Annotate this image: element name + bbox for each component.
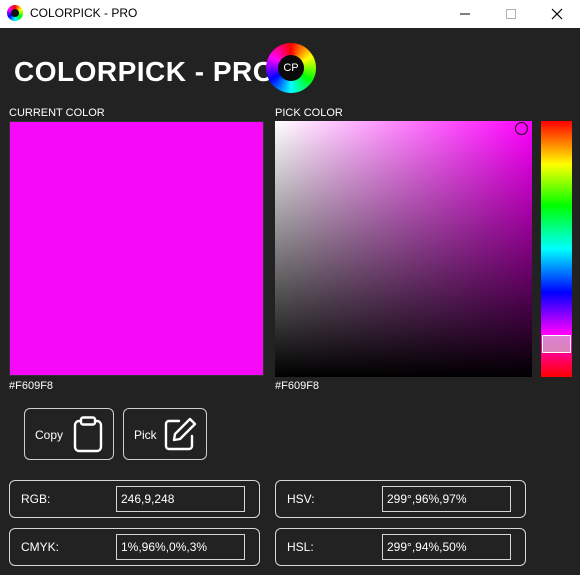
hsl-value[interactable]: 299°,94%,50% (382, 534, 511, 560)
maximize-icon (506, 9, 516, 19)
hue-slider-handle[interactable] (542, 335, 571, 353)
rgb-label: RGB: (21, 492, 51, 506)
window-title: COLORPICK - PRO (30, 6, 138, 20)
app-logo: CP (266, 43, 316, 93)
copy-button[interactable]: Copy (24, 408, 114, 460)
hsl-label: HSL: (287, 540, 314, 554)
hsv-label: HSV: (287, 492, 315, 506)
pick-hex-value: #F609F8 (275, 380, 320, 392)
rgb-field: RGB: 246,9,248 (9, 480, 260, 518)
rgb-value[interactable]: 246,9,248 (116, 486, 245, 512)
cmyk-field: CMYK: 1%,96%,0%,3% (9, 528, 260, 566)
hue-slider[interactable] (541, 121, 572, 377)
clipboard-icon (73, 416, 103, 453)
current-color-swatch (9, 121, 264, 376)
hsl-field: HSL: 299°,94%,50% (275, 528, 526, 566)
cmyk-value[interactable]: 1%,96%,0%,3% (116, 534, 245, 560)
logo-text: CP (278, 55, 304, 81)
hsv-value[interactable]: 299°,96%,97% (382, 486, 511, 512)
minimize-button[interactable] (442, 0, 488, 28)
close-button[interactable] (534, 0, 580, 28)
title-bar: COLORPICK - PRO (0, 0, 580, 28)
current-hex-value: #F609F8 (9, 380, 54, 392)
close-icon (551, 8, 563, 20)
app-title: COLORPICK - PRO (14, 56, 276, 87)
cmyk-label: CMYK: (21, 540, 60, 554)
maximize-button[interactable] (488, 0, 534, 28)
picker-handle[interactable] (515, 122, 528, 135)
edit-icon (164, 417, 197, 451)
hsv-field: HSV: 299°,96%,97% (275, 480, 526, 518)
pick-color-label: PICK COLOR (275, 107, 343, 119)
saturation-value-picker[interactable] (275, 121, 532, 377)
copy-button-label: Copy (35, 428, 64, 442)
app-icon (7, 5, 23, 21)
pick-button[interactable]: Pick (123, 408, 207, 460)
minimize-icon (460, 13, 470, 15)
pick-button-label: Pick (134, 428, 157, 442)
current-color-label: CURRENT COLOR (9, 107, 105, 119)
